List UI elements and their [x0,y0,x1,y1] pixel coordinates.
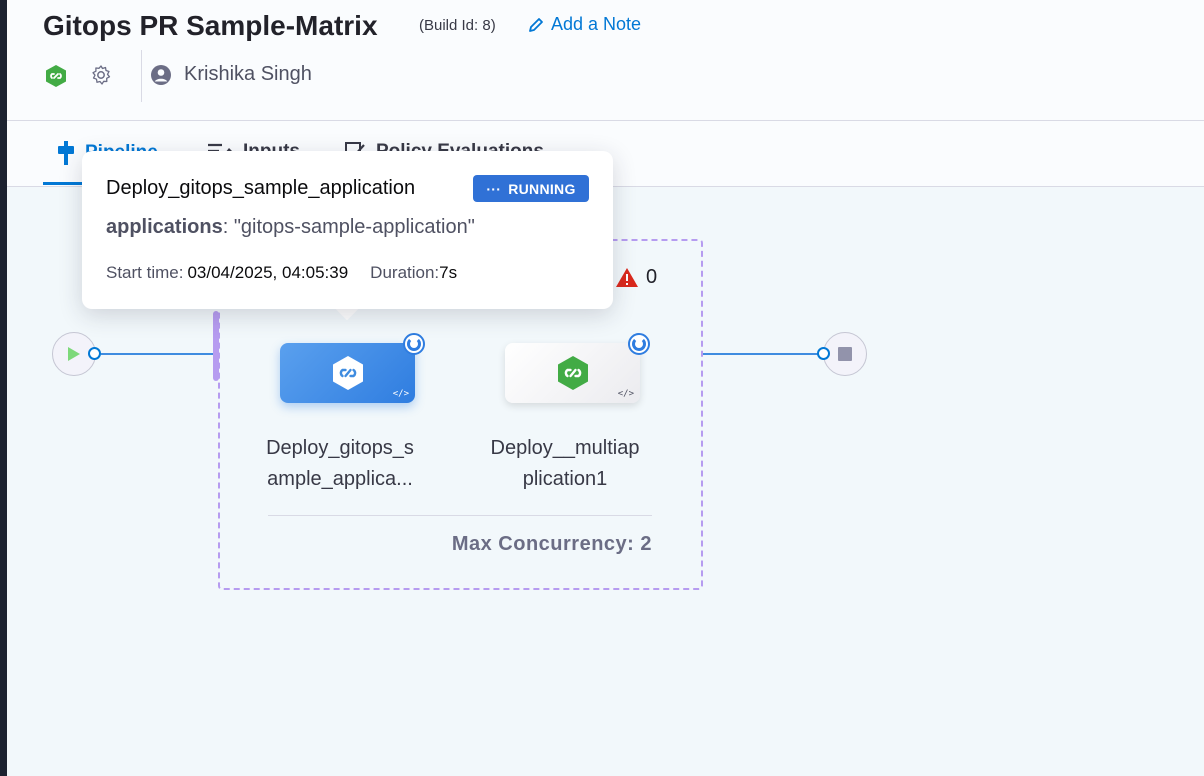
warning-triangle-icon [616,268,638,287]
yaml-code-icon: </> [617,389,634,399]
applications-key: applications [106,216,223,238]
applications-value: : "gitops-sample-application" [222,216,475,238]
build-id: (Build Id: 8) [419,17,496,34]
tooltip-timing: Start time: 03/04/2025, 04:05:39 Duratio… [106,263,457,283]
gitops-pipeline-icon [46,65,66,87]
matrix-divider [268,515,652,516]
gear-icon[interactable] [90,64,112,86]
user-avatar-icon [151,64,171,85]
pipeline-title: Gitops PR Sample-Matrix [43,10,378,41]
step-label: Deploy_gitops_s ample_applica... [266,437,414,490]
gitops-step-icon [557,356,588,390]
running-status-badge: ··· RUNNING [473,175,589,202]
window-left-edge [0,0,7,776]
gitops-step-icon [332,356,363,390]
add-note-link[interactable]: Add a Note [527,14,641,35]
start-time-value: 03/04/2025, 04:05:39 [187,263,349,282]
stop-icon [838,347,852,361]
pipeline-tab-icon [58,141,74,165]
pencil-icon [529,17,543,32]
add-note-label: Add a Note [551,14,642,34]
tooltip-step-name: Deploy_gitops_sample_application [106,177,416,199]
play-icon [68,347,80,361]
triggered-by-user: Krishika Singh [150,63,312,86]
step-label: Deploy__multiap plication1 [490,437,640,490]
running-status-icon [403,333,425,355]
running-dots-icon: ··· [486,180,502,197]
execution-header: Gitops PR Sample-Matrix (Build Id: 8) Ad… [7,0,1204,121]
duration-label: Duration: [370,263,440,282]
end-input-port [817,347,830,360]
yaml-code-icon: </> [392,389,409,399]
step-deploy-multiapplication1[interactable]: </> [505,343,640,403]
edge-matrix-to-end [703,353,819,355]
tooltip-applications: applications: "gitops-sample-application… [106,216,475,239]
duration-value: 7s [439,263,458,282]
max-concurrency-label: Max Concurrency: 2 [451,533,652,555]
start-time-label: Start time: [106,263,184,282]
warning-count: 0 [646,266,658,288]
matrix-group-handle [213,311,219,381]
edge-start-to-matrix [101,353,214,355]
status-text: RUNNING [508,180,576,197]
step-details-tooltip: Deploy_gitops_sample_application ··· RUN… [82,151,613,309]
step-deploy-gitops-sample-application[interactable]: </> [280,343,415,403]
user-name: Krishika Singh [184,63,312,85]
header-divider [141,50,142,102]
start-output-port [88,347,101,360]
warning-count-badge[interactable]: 0 [616,266,657,289]
running-status-icon [628,333,650,355]
